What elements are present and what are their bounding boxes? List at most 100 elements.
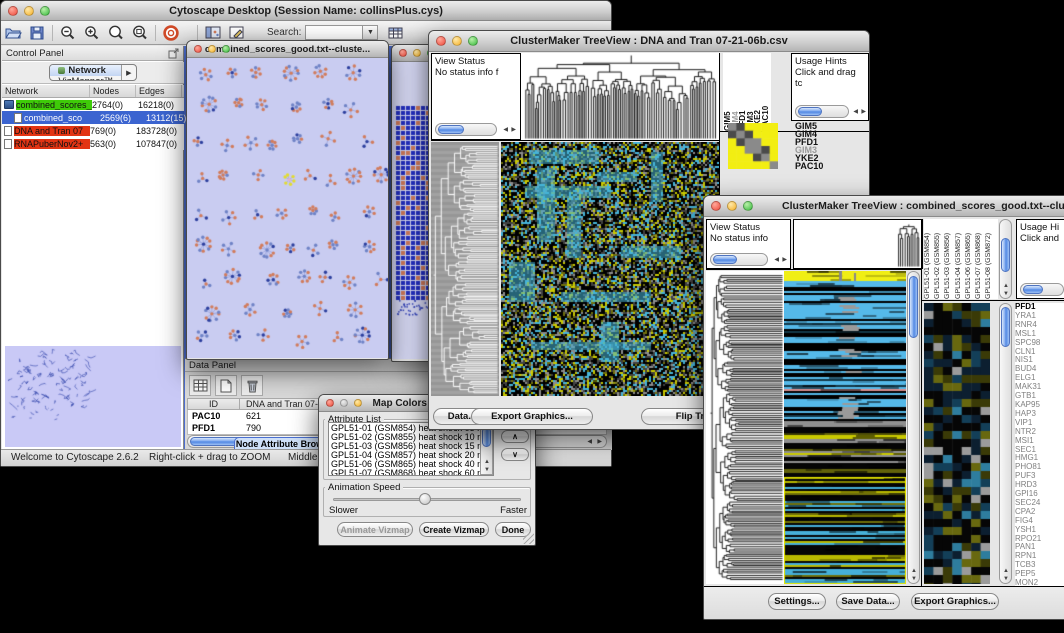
close-icon[interactable]: [194, 45, 202, 53]
minimize-icon[interactable]: [24, 6, 34, 16]
network-table-row[interactable]: combined_sco 2569(6) 13112(15): [2, 111, 184, 124]
treeview-dna-titlebar[interactable]: ClusterMaker TreeView : DNA and Tran 07-…: [429, 31, 869, 52]
zoom-fit-button[interactable]: [128, 23, 152, 43]
global-mini-heatmap[interactable]: [728, 123, 778, 169]
row-dendrogram[interactable]: [706, 271, 784, 584]
zoom-window-icon[interactable]: [743, 201, 753, 211]
scroll-right-icon[interactable]: ▶: [597, 439, 602, 445]
network-table-column-header[interactable]: Network: [2, 85, 90, 97]
id-column-header[interactable]: ID: [188, 399, 240, 409]
gene-list-vscrollbar[interactable]: ▲ ▼: [999, 303, 1012, 584]
zoom-window-icon[interactable]: [40, 6, 50, 16]
usage-hints-hscrollbar[interactable]: [795, 105, 849, 118]
zoom-window-icon[interactable]: [468, 36, 478, 46]
network-table-row[interactable]: combined_scores_ 2764(0) 16218(0): [2, 98, 184, 111]
help-button[interactable]: [159, 23, 183, 43]
treeview-combined-column-labels[interactable]: GPL51-01 (GSM854)GPL51-02 (GSM855)GPL51-…: [924, 219, 998, 299]
zoom-selected-button[interactable]: [104, 23, 128, 43]
animation-speed-slider-thumb[interactable]: [419, 493, 431, 505]
treeview-dna-gene-labels[interactable]: GIM5GIM4PFD1GIM3YKE2PAC10: [795, 122, 823, 170]
treeview-combined-titlebar[interactable]: ClusterMaker TreeView : combined_scores_…: [704, 196, 1064, 217]
scroll-down-icon[interactable]: ▼: [1003, 291, 1009, 297]
treeview-combined-gene-labels[interactable]: PFD1YRA1RNR4MSL1SPC98CLN1NIS1BUD4ELG1MAK…: [1015, 303, 1064, 587]
scrollbar-thumb[interactable]: [438, 125, 464, 134]
float-panel-icon[interactable]: [168, 48, 179, 59]
heatmap-vscrollbar[interactable]: ▲ ▼: [907, 271, 920, 584]
row-dendrogram[interactable]: [431, 142, 499, 396]
close-icon[interactable]: [399, 49, 407, 57]
control-panel-tab[interactable]: VizMapper™: [50, 76, 122, 81]
close-icon[interactable]: [711, 201, 721, 211]
zoom-in-button[interactable]: [80, 23, 104, 43]
save-data-button[interactable]: Save Data...: [836, 593, 900, 610]
scroll-right-icon[interactable]: ▶: [861, 109, 866, 115]
network-table-row[interactable]: DNA and Tran 07 769(0) 183728(0): [2, 124, 184, 137]
zoom-window-icon[interactable]: [222, 45, 230, 53]
delete-attribute-button[interactable]: [241, 375, 263, 396]
zoom-heatmap-view[interactable]: [924, 303, 990, 584]
minimize-icon[interactable]: [340, 399, 348, 407]
zoom-out-button[interactable]: [56, 23, 80, 43]
attribute-list-scrollbar[interactable]: ▲ ▼: [480, 423, 493, 475]
network-overview-thumbnail[interactable]: [5, 346, 181, 447]
scrollbar-thumb[interactable]: [713, 255, 737, 264]
create-vizmap-button[interactable]: Create Vizmap: [419, 522, 489, 537]
zoom-window-icon[interactable]: [354, 399, 362, 407]
scrollbar-thumb[interactable]: [909, 276, 918, 338]
minimize-icon[interactable]: [413, 49, 421, 57]
scroll-down-icon[interactable]: ▼: [484, 467, 490, 473]
scrollbar-thumb[interactable]: [482, 427, 491, 447]
export-graphics-button[interactable]: Export Graphics...: [911, 593, 999, 610]
heatmap-view[interactable]: [501, 142, 719, 396]
scrollbar-thumb[interactable]: [1001, 238, 1010, 272]
scroll-left-icon[interactable]: ◀: [853, 109, 858, 115]
network-table-column-header[interactable]: Edges: [136, 85, 182, 97]
scroll-right-icon[interactable]: ▶: [782, 257, 787, 263]
heatmap-view[interactable]: [784, 271, 906, 584]
scroll-up-icon[interactable]: ▲: [484, 459, 490, 465]
search-input[interactable]: [305, 25, 363, 40]
scrollbar-thumb[interactable]: [798, 107, 822, 116]
scroll-left-icon[interactable]: ◀: [587, 439, 592, 445]
minimize-icon[interactable]: [452, 36, 462, 46]
close-icon[interactable]: [326, 399, 334, 407]
scroll-down-icon[interactable]: ▼: [1003, 576, 1009, 582]
settings-button[interactable]: Settings...: [768, 593, 826, 610]
scrollbar-thumb[interactable]: [1001, 307, 1010, 347]
network-table-column-header[interactable]: Nodes: [90, 85, 136, 97]
column-labels-vscrollbar[interactable]: ▲ ▼: [999, 219, 1012, 299]
network-table-row[interactable]: RNAPuberNov2+ 563(0) 107847(0): [2, 137, 184, 150]
treeview-dna-column-labels[interactable]: GIM5GIM4PFD1GIM3YKE2PAC10: [723, 53, 771, 131]
select-attributes-button[interactable]: [189, 375, 211, 396]
usage-hints-hscrollbar[interactable]: [1020, 283, 1064, 296]
scroll-up-icon[interactable]: ▲: [911, 568, 917, 574]
column-dendrogram[interactable]: [793, 219, 923, 269]
animate-vizmap-button[interactable]: Animate Vizmap: [337, 522, 413, 537]
move-down-button[interactable]: ∨: [501, 448, 529, 461]
attribute-list-item[interactable]: GPL51-07 (GSM868) heat shock 60 min: [331, 469, 491, 476]
scroll-up-icon[interactable]: ▲: [1003, 568, 1009, 574]
scroll-left-icon[interactable]: ◀: [774, 257, 779, 263]
view-status-hscrollbar[interactable]: [710, 253, 768, 266]
main-titlebar[interactable]: Cytoscape Desktop (Session Name: collins…: [1, 1, 611, 21]
open-session-button[interactable]: [1, 23, 25, 43]
resize-grip[interactable]: [523, 533, 534, 544]
scroll-left-icon[interactable]: ◀: [503, 127, 508, 133]
export-graphics-button[interactable]: Export Graphics...: [471, 408, 593, 425]
attribute-browser-button[interactable]: [384, 23, 408, 43]
control-panel-tab[interactable]: Network: [50, 65, 122, 76]
column-dendrogram[interactable]: [521, 53, 719, 141]
scroll-right-icon[interactable]: ▶: [511, 127, 516, 133]
network1-view[interactable]: [187, 58, 388, 358]
network1-titlebar[interactable]: combined_scores_good.txt--cluste...: [187, 41, 388, 58]
view-status-hscrollbar[interactable]: [435, 123, 497, 136]
save-session-button[interactable]: [25, 23, 49, 43]
scroll-down-icon[interactable]: ▼: [911, 576, 917, 582]
tab-overflow-button[interactable]: ▶: [122, 65, 135, 80]
scroll-up-icon[interactable]: ▲: [1003, 283, 1009, 289]
move-up-button[interactable]: ∧: [501, 430, 529, 443]
close-icon[interactable]: [436, 36, 446, 46]
search-dropdown-button[interactable]: ▼: [363, 25, 378, 40]
close-icon[interactable]: [8, 6, 18, 16]
minimize-icon[interactable]: [208, 45, 216, 53]
